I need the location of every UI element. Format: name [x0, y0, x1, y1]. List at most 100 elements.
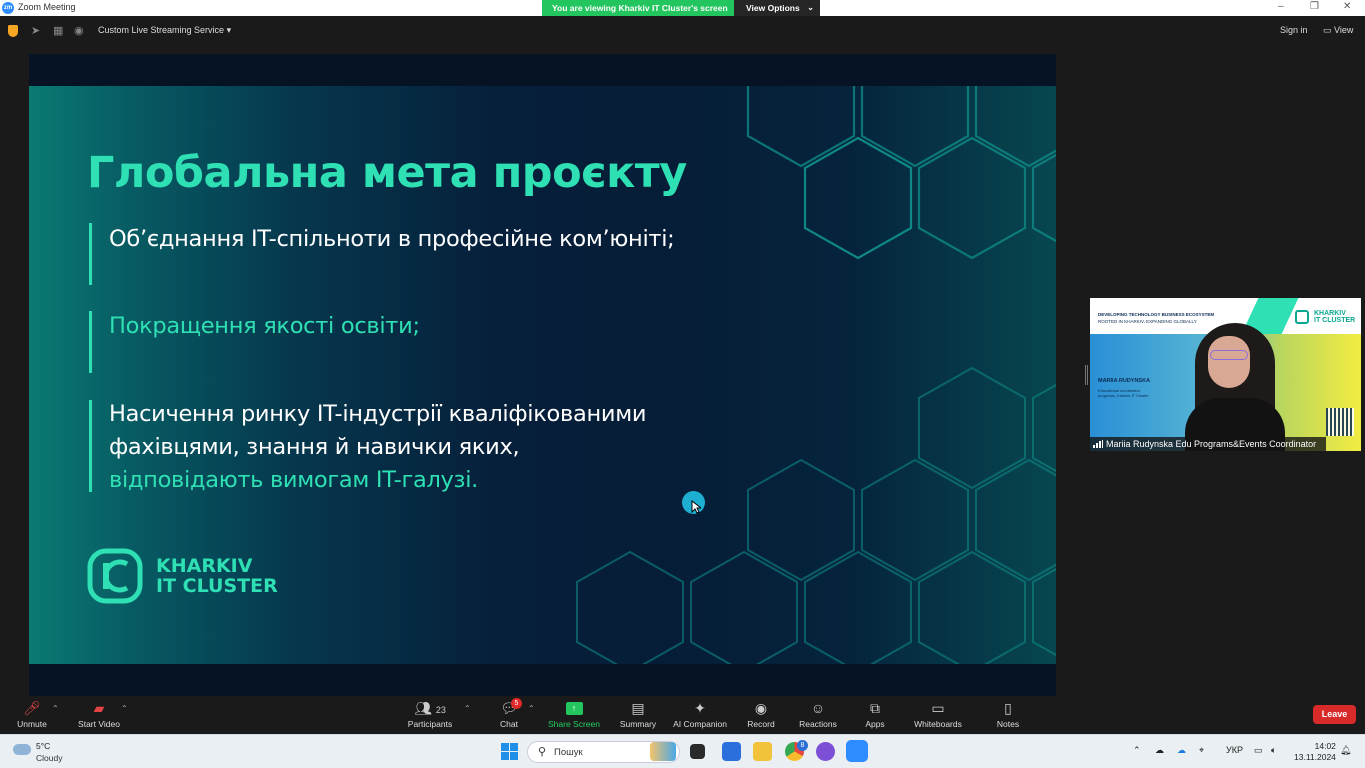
apps-button[interactable]: ⧉ Apps [861, 696, 889, 734]
logo-line-1: KHARKIV [156, 555, 253, 577]
share-screen-button[interactable]: ↑ Share Screen [546, 696, 602, 734]
clock-time: 14:02 [1314, 741, 1336, 751]
ai-sparkle-icon: ✦ [694, 700, 706, 716]
chrome-badge: 8 [797, 740, 808, 751]
terminal-app-icon[interactable] [690, 744, 705, 759]
notes-icon: ▯ [1004, 700, 1012, 716]
bullet-3: Насичення ринку IT-індустрії кваліфікова… [109, 398, 647, 497]
speaker-face [1208, 336, 1250, 388]
audio-options-caret-icon[interactable]: ⌃ [52, 704, 59, 713]
participants-button[interactable]: 👥︎ 23 Participants [405, 696, 455, 734]
viber-icon[interactable] [816, 742, 835, 761]
onedrive-icon[interactable]: ☁ [1177, 745, 1186, 756]
speaker-glasses [1210, 350, 1248, 360]
notes-label: Notes [996, 719, 1020, 729]
bullet-bar [89, 311, 92, 373]
logo-line-2: IT CLUSTER [156, 575, 278, 597]
cloud-icon[interactable] [13, 744, 31, 755]
tray-cloud-icon[interactable]: ☁ [1155, 745, 1164, 756]
view-button[interactable]: ▭ View [1323, 25, 1353, 36]
reactions-icon: ☺ [810, 700, 826, 716]
panel-resize-handle[interactable] [1085, 365, 1088, 385]
participants-caret-icon[interactable]: ⌃ [464, 704, 471, 713]
chat-unread-badge: 5 [511, 698, 522, 709]
bullet-2: Покращення якості освіти; [109, 313, 420, 339]
video-options-caret-icon[interactable]: ⌃ [121, 704, 128, 713]
reactions-label: Reactions [799, 719, 837, 729]
banner-line-2: ROOTED IN KHARKIV, EXPANDING GLOBALLY [1098, 319, 1197, 324]
weather-temperature[interactable]: 5°C [36, 741, 50, 751]
leave-button[interactable]: Leave [1313, 705, 1356, 724]
weather-description[interactable]: Cloudy [36, 753, 62, 763]
viewing-screen-banner: You are viewing Kharkiv IT Cluster's scr… [542, 0, 738, 16]
chat-caret-icon[interactable]: ⌃ [528, 704, 535, 713]
maximize-icon[interactable]: ❐ [1310, 1, 1319, 12]
taskbar-clock[interactable]: 14:02 13.11.2024 [1294, 741, 1336, 763]
display-icon[interactable]: ▭ [1254, 745, 1263, 756]
reactions-button[interactable]: ☺ Reactions [796, 696, 840, 734]
stream-label: Custom Live Streaming Service [98, 25, 225, 35]
whiteboards-label: Whiteboards [914, 719, 962, 729]
grid-view-icon[interactable]: ▦ [53, 24, 63, 37]
live-streaming-dropdown[interactable]: Custom Live Streaming Service ▾ [98, 25, 231, 36]
chat-label: Chat [500, 719, 518, 729]
notifications-bell-icon[interactable]: 🔔︎ [1340, 745, 1351, 756]
muted-microphone-icon: 🎤︎ [23, 700, 41, 716]
participants-count: 23 [435, 705, 446, 715]
volume-icon[interactable]: 🔈︎ [1271, 745, 1276, 756]
windows-start-icon[interactable] [501, 743, 518, 760]
whiteboard-icon: ▭ [931, 700, 945, 716]
start-video-button[interactable]: ▰ Start Video [74, 696, 124, 734]
bullet-bar [89, 400, 92, 492]
mouse-cursor-icon [691, 500, 701, 514]
record-icon: ◉ [754, 700, 768, 716]
share-screen-icon: ↑ [565, 702, 583, 715]
brand-text: KHARKIV IT CLUSTER [1314, 310, 1355, 324]
store-app-icon[interactable] [722, 742, 741, 761]
minimize-icon[interactable]: – [1278, 1, 1284, 12]
notes-button[interactable]: ▯ Notes [993, 696, 1023, 734]
sign-in-button[interactable]: Sign in [1280, 25, 1308, 35]
start-video-label: Start Video [78, 719, 120, 729]
close-icon[interactable]: ✕ [1343, 1, 1351, 12]
unmute-button[interactable]: 🎤︎ Unmute [12, 696, 52, 734]
search-highlight-icon[interactable] [650, 742, 676, 761]
feedback-icon[interactable]: ➤ [31, 24, 40, 37]
chevron-down-icon: ⌄ [807, 3, 814, 12]
file-explorer-icon[interactable] [753, 742, 772, 761]
signal-strength-icon [1093, 440, 1103, 448]
security-shield-icon[interactable] [8, 25, 18, 37]
bullet-1: Об’єднання IT-спільноти в професійне ком… [109, 226, 675, 252]
qr-code-icon [1326, 408, 1354, 436]
zoom-logo-icon: zm [2, 2, 14, 14]
background-name: MARIIA RUDYNSKA [1098, 378, 1151, 384]
participant-video-tile[interactable]: DEVELOPING TECHNOLOGY BUSINESS ECOSYSTEM… [1090, 298, 1361, 451]
hidden-icons-chevron-icon[interactable]: ⌃ [1133, 745, 1141, 756]
live-stream-icon[interactable]: ◉ [74, 24, 84, 37]
summary-icon: ▤ [631, 700, 645, 716]
network-icon[interactable]: ⌖ [1199, 745, 1204, 756]
brand-line-1: KHARKIV [1314, 310, 1346, 317]
clock-date: 13.11.2024 [1294, 752, 1336, 762]
summary-button[interactable]: ▤ Summary [616, 696, 660, 734]
record-label: Record [747, 719, 775, 729]
bullet-bar [89, 223, 92, 285]
window-title: Zoom Meeting [18, 2, 76, 12]
whiteboards-button[interactable]: ▭ Whiteboards [911, 696, 965, 734]
bullet-3-line-2: фахівцями, знання й навички яких, [109, 434, 520, 460]
brand-line-2: IT CLUSTER [1314, 317, 1356, 324]
record-button[interactable]: ◉ Record [744, 696, 778, 734]
ai-companion-label: AI Companion [673, 719, 727, 729]
chat-button[interactable]: 💬︎ Chat 5 [494, 696, 524, 734]
bullet-3-line-3: відповідають вимогам IT-галузі. [109, 467, 479, 493]
view-options-button[interactable]: View Options ⌄ [734, 0, 820, 16]
share-screen-label: Share Screen [548, 719, 600, 729]
apps-label: Apps [865, 719, 885, 729]
language-indicator[interactable]: УКР [1226, 745, 1243, 755]
ai-companion-button[interactable]: ✦ AI Companion [670, 696, 730, 734]
banner-line-1: DEVELOPING TECHNOLOGY BUSINESS ECOSYSTEM [1098, 312, 1215, 317]
zoom-taskbar-icon[interactable] [846, 740, 868, 762]
search-placeholder: Пошук [554, 747, 583, 758]
video-off-icon: ▰ [93, 700, 105, 716]
search-icon: ⚲ [538, 746, 547, 758]
